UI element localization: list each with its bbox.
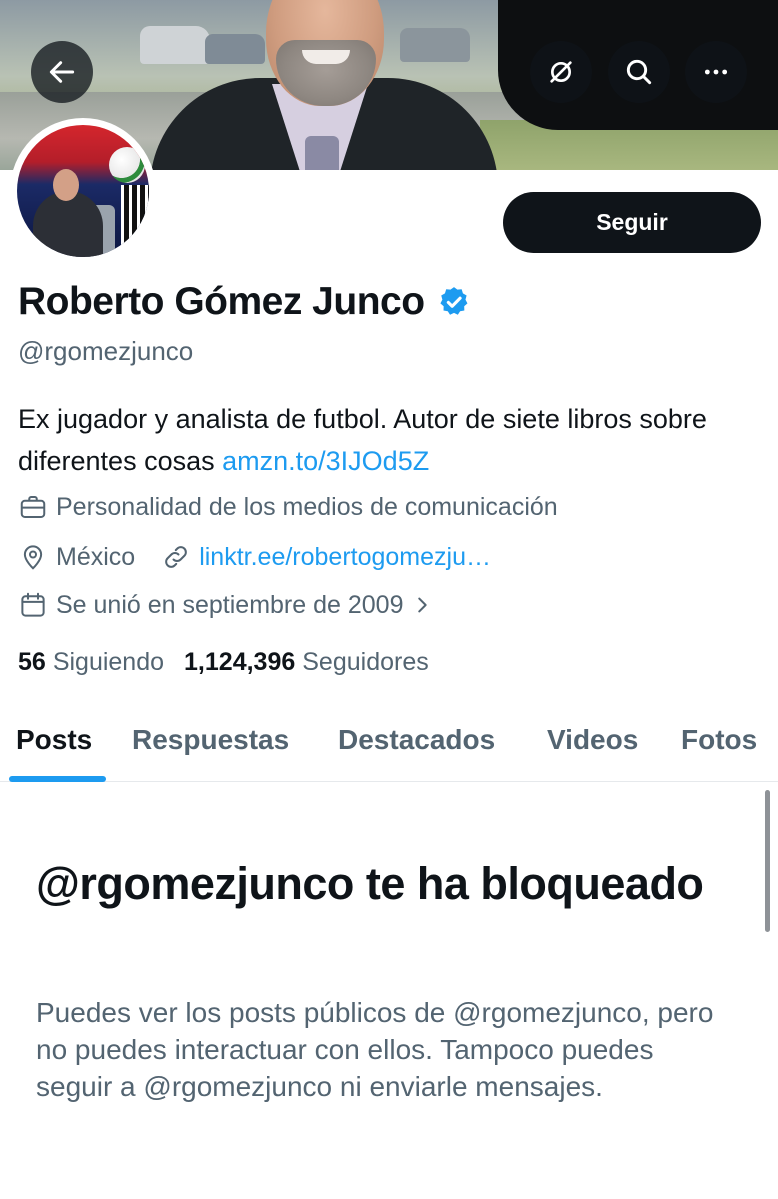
website-link[interactable]: linktr.ee/robertogomezju… (199, 543, 491, 572)
active-tab-indicator (9, 776, 106, 782)
category-text: Personalidad de los medios de comunicaci… (56, 492, 558, 521)
banner-car (140, 26, 210, 64)
followers-count: 1,124,396 (184, 648, 296, 676)
briefcase-icon (20, 496, 46, 518)
following-link[interactable]: 56 Siguiendo (18, 648, 164, 677)
following-label: Siguiendo (52, 648, 165, 676)
profile-name: Roberto Gómez Junco (18, 280, 425, 323)
banner-mouth (302, 50, 350, 64)
banner-tie (305, 136, 339, 170)
blocked-description: Puedes ver los posts públicos de @rgomez… (36, 997, 714, 1102)
search-button[interactable] (608, 41, 670, 103)
banner-car (205, 34, 265, 64)
joined-text: Se unió en septiembre de 2009 (56, 590, 404, 619)
link-icon (165, 546, 188, 568)
follow-counts: 56 Siguiendo 1,124,396 Seguidores (18, 648, 449, 677)
avatar-face (53, 169, 79, 201)
avatar-body (33, 191, 103, 257)
tab-fotos[interactable]: Fotos (681, 724, 757, 756)
blocked-title: @rgomezjunco te ha bloqueado (36, 858, 704, 909)
profile-bio: Ex jugador y analista de futbol. Autor d… (18, 398, 758, 482)
location-pin-icon (23, 545, 43, 570)
calendar-icon (21, 592, 45, 617)
tab-videos[interactable]: Videos (547, 724, 638, 756)
tab-posts[interactable]: Posts (16, 724, 92, 756)
grok-button[interactable] (530, 41, 592, 103)
avatar[interactable] (10, 118, 156, 264)
scrollbar[interactable] (765, 790, 770, 932)
banner-car (400, 28, 470, 62)
profile-joined-row[interactable]: Se unió en septiembre de 2009 (18, 590, 433, 620)
profile-handle: @rgomezjunco (18, 336, 194, 366)
verified-badge-icon[interactable] (437, 285, 471, 319)
location-text: México (56, 542, 136, 571)
chevron-right-icon (418, 597, 428, 613)
profile-category: Personalidad de los medios de comunicaci… (18, 492, 558, 522)
more-button[interactable] (685, 41, 747, 103)
profile-tabs: Posts Respuestas Destacados Videos Fotos (0, 712, 778, 782)
back-button[interactable] (31, 41, 93, 103)
name-row: Roberto Gómez Junco (18, 280, 471, 324)
avatar-ball (109, 147, 145, 183)
tab-destacados[interactable]: Destacados (338, 724, 495, 756)
avatar-photo (17, 125, 149, 257)
more-horizontal-icon (704, 69, 728, 75)
avatar-stripes (121, 185, 149, 257)
followers-label: Seguidores (302, 648, 429, 676)
followers-link[interactable]: 1,124,396 Seguidores (184, 648, 429, 677)
follow-button[interactable]: Seguir (503, 192, 761, 253)
bio-link[interactable]: amzn.to/3IJOd5Z (222, 446, 429, 476)
arrow-left-icon (49, 61, 75, 83)
following-count: 56 (18, 648, 46, 676)
grok-icon (550, 61, 572, 83)
tab-respuestas[interactable]: Respuestas (132, 724, 289, 756)
search-icon (626, 59, 652, 85)
profile-location-row: México linktr.ee/robertogomezju… (18, 542, 491, 572)
